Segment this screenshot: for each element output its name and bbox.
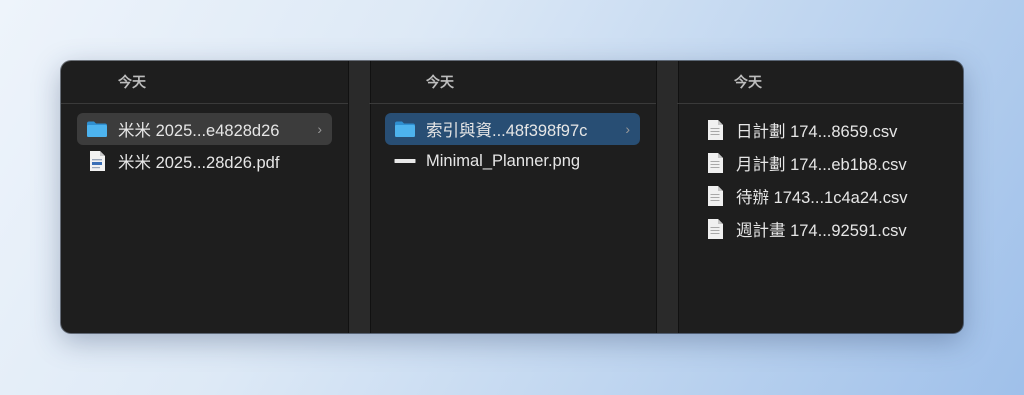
list-item-file[interactable]: 日計劃 174...8659.csv: [693, 113, 947, 146]
list-item-label: 月計劃 174...eb1b8.csv: [736, 155, 907, 174]
document-icon: [703, 185, 727, 207]
list-item-file[interactable]: 米米 2025...28d26.pdf: [77, 145, 332, 177]
column-header-label: 今天: [734, 74, 762, 90]
list-item-file[interactable]: 週計畫 174...92591.csv: [693, 212, 947, 245]
finder-column-view: 今天 米米 2025...e4828d26 › 米米 2025...28d26.…: [61, 61, 963, 333]
list-item-file[interactable]: Minimal_Planner.png: [385, 145, 640, 177]
column-header: 今天: [677, 61, 963, 104]
column-1: 今天 米米 2025...e4828d26 › 米米 2025...28d26.…: [61, 61, 348, 333]
list-item-label: 週計畫 174...92591.csv: [736, 221, 907, 240]
chevron-right-icon: ›: [317, 121, 322, 137]
list-item-file[interactable]: 待辦 1743...1c4a24.csv: [693, 179, 947, 212]
list-item-label: 米米 2025...e4828d26: [118, 122, 280, 140]
chevron-right-icon: ›: [625, 121, 630, 137]
column-resize-divider[interactable]: [348, 61, 371, 333]
column-2: 今天 索引與資...48f398f97c › Minimal_Planner.p…: [369, 61, 656, 333]
column-header-label: 今天: [426, 74, 454, 90]
list-item-label: 米米 2025...28d26.pdf: [118, 154, 280, 172]
document-icon: [703, 119, 727, 141]
document-icon: [703, 218, 727, 240]
column-header: 今天: [369, 61, 656, 104]
list-item-label: 索引與資...48f398f97c: [426, 122, 588, 140]
list-item-label: Minimal_Planner.png: [426, 151, 581, 170]
image-file-icon: [393, 150, 417, 172]
folder-icon: [393, 118, 417, 140]
list-item-file[interactable]: 月計劃 174...eb1b8.csv: [693, 146, 947, 179]
column-resize-divider[interactable]: [656, 61, 679, 333]
folder-icon: [85, 118, 109, 140]
column-3: 今天 日計劃 174...8659.csv 月計劃 174...eb1b8.cs…: [677, 61, 963, 333]
pdf-file-icon: [85, 150, 109, 172]
column-header-label: 今天: [118, 74, 146, 90]
list-item-label: 日計劃 174...8659.csv: [736, 122, 898, 141]
list-item-folder[interactable]: 米米 2025...e4828d26 ›: [77, 113, 332, 145]
column-header: 今天: [61, 61, 348, 104]
list-item-folder[interactable]: 索引與資...48f398f97c ›: [385, 113, 640, 145]
list-item-label: 待辦 1743...1c4a24.csv: [736, 188, 908, 207]
document-icon: [703, 152, 727, 174]
